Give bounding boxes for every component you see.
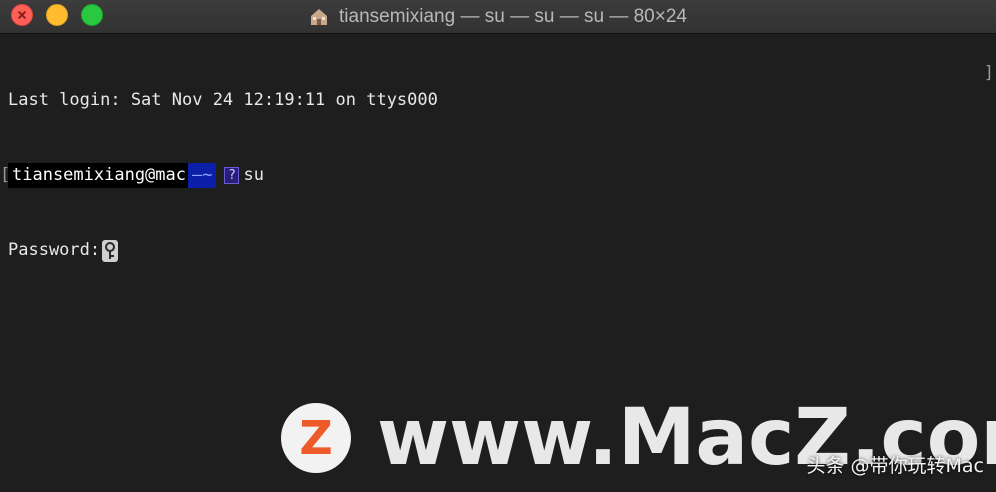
bracket-left: [ [0,165,11,185]
terminal-line: Password: [8,238,988,263]
prompt-directory: ―~ [188,163,217,188]
watermark-logo-letter: Z [299,411,333,465]
watermark-logo: Z [281,403,351,473]
window-title: tiansemixiang — su — su — su — 80×24 [339,5,687,27]
title-bar[interactable]: tiansemixiang — su — su — su — 80×24 [0,0,996,34]
bracket-right: ] [983,63,994,83]
prompt-symbol: ? [224,167,240,184]
window-title-wrap: tiansemixiang — su — su — su — 80×24 [0,0,996,33]
password-label: Password: [8,240,101,260]
terminal-window: tiansemixiang — su — su — su — 80×24 Las… [0,0,996,492]
terminal-output[interactable]: Last login: Sat Nov 24 12:19:11 on ttys0… [0,38,988,313]
home-folder-icon [309,7,329,27]
terminal-line: Last login: Sat Nov 24 12:19:11 on ttys0… [8,88,988,113]
command-text: su [243,165,264,185]
watermark-subtext: 头条 @带你玩转Mac [806,455,984,477]
terminal-line: [ tiansemixiang@mac ―~ ? su [0,163,988,188]
key-icon [102,239,119,262]
prompt-user: tiansemixiang@mac [8,163,188,188]
last-login-text: Last login: Sat Nov 24 12:19:11 on ttys0… [8,90,438,110]
